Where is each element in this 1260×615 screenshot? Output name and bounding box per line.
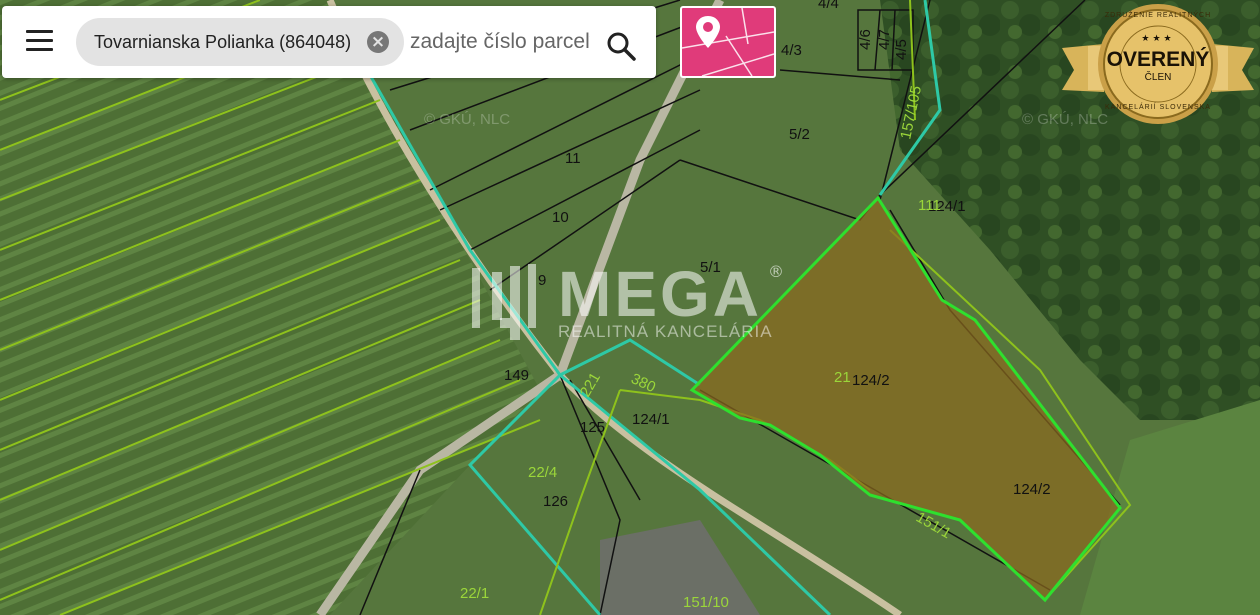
label-11: 11 <box>565 150 581 167</box>
label-21: 21 <box>834 369 851 386</box>
badge-subtitle: ČLEN <box>1144 72 1172 83</box>
label-4-6: 4/6 <box>857 29 874 50</box>
badge-bottom-text: KANCELÁRIÍ SLOVENSKA <box>1105 104 1211 111</box>
mega-registered-mark: ® <box>768 262 784 281</box>
badge-top-text: ZDRUŽENIE REALITNÝCH <box>1104 12 1212 19</box>
label-124-1: 124/1 <box>632 411 670 428</box>
label-124-2: 124/2 <box>852 372 890 389</box>
parcel-layer-button[interactable] <box>680 6 776 78</box>
menu-button[interactable] <box>16 26 62 60</box>
badge-title: OVERENÝ <box>1106 48 1210 71</box>
badge-stars: ★★★ <box>1141 34 1175 44</box>
label-111: 111 <box>918 197 941 214</box>
label-22-4: 22/4 <box>528 464 557 481</box>
mega-logo-icon <box>472 264 536 340</box>
clear-x-icon[interactable]: × <box>367 31 389 53</box>
label-10: 10 <box>552 209 569 226</box>
location-pin-parcel-icon <box>682 8 774 76</box>
label-126: 126 <box>543 493 568 510</box>
parcel-search-input[interactable] <box>410 28 590 56</box>
label-4-3: 4/3 <box>781 42 802 59</box>
label-4-4: 4/4 <box>818 0 839 12</box>
label-125: 125 <box>580 419 605 436</box>
label-149: 149 <box>504 367 529 384</box>
label-4-7: 4/7 <box>876 29 893 50</box>
menu-bar <box>26 48 53 51</box>
label-151-10: 151/10 <box>683 594 729 611</box>
label-5-2: 5/2 <box>789 126 810 143</box>
map-copyright-1: © GKÚ, NLC <box>424 111 510 128</box>
menu-bar <box>26 39 53 42</box>
verified-member-badge: ★★★ OVERENÝ ČLEN ZDRUŽENIE REALITNÝCH KA… <box>1058 0 1258 128</box>
mega-tagline: REALITNÁ KANCELÁRIA <box>558 322 773 341</box>
search-icon[interactable] <box>605 30 637 62</box>
mega-brand: MEGA <box>558 258 762 330</box>
menu-bar <box>26 30 53 33</box>
cadastral-area-label: Tovarnianska Polianka (864048) <box>94 32 352 52</box>
label-124-2-bottom: 124/2 <box>1013 481 1051 498</box>
label-22-1: 22/1 <box>460 585 489 602</box>
search-panel: Tovarnianska Polianka (864048) × <box>2 6 656 78</box>
mega-watermark: MEGA ® REALITNÁ KANCELÁRIA <box>470 262 800 342</box>
label-4-5: 4/5 <box>893 39 910 60</box>
cadastral-area-chip[interactable]: Tovarnianska Polianka (864048) × <box>76 18 404 66</box>
